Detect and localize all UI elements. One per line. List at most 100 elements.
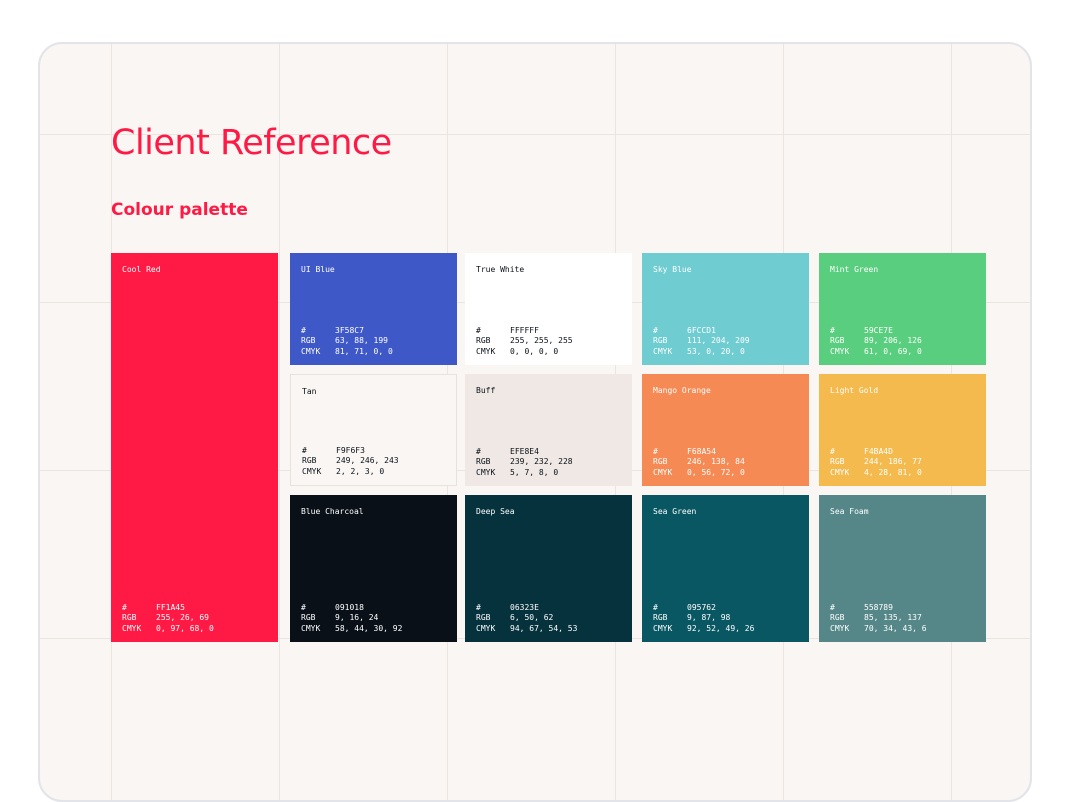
swatch-sky-blue[interactable]: Sky Blue #6FCCD1 RGB 111, 204, 209 CMYK 53…: [642, 253, 809, 365]
hex-value: EFE8E4: [510, 446, 539, 456]
rgb-value: 249, 246, 243: [336, 456, 399, 465]
hex-label: #: [830, 446, 835, 456]
rgb-label: RGB: [302, 456, 317, 465]
cmyk-label: CMYK: [653, 467, 673, 477]
swatch-sea-green[interactable]: Sea Green #095762 RGB 9, 87, 98 CMYK 92, 5…: [642, 495, 809, 642]
rgb-label: RGB: [830, 613, 845, 622]
cmyk-label: CMYK: [653, 346, 673, 356]
rgb-label: RGB: [122, 613, 137, 622]
section-title: Colour palette: [111, 200, 248, 220]
rgb-value: 63, 88, 199: [335, 336, 388, 345]
rgb-label: RGB: [653, 613, 668, 622]
swatch-mint-green[interactable]: Mint Green #59CE7E RGB 89, 206, 126 CMYK 6…: [819, 253, 986, 365]
hex-label: #: [830, 325, 835, 335]
rgb-label: RGB: [476, 613, 491, 622]
swatch-name: Mint Green: [830, 265, 879, 274]
hex-value: 59CE7E: [864, 325, 893, 335]
rgb-label: RGB: [301, 336, 316, 345]
swatch-name: Blue Charcoal: [301, 507, 364, 516]
palette-card: Client Reference Colour palette Cool Red…: [38, 42, 1032, 802]
rgb-value: 239, 232, 228: [510, 457, 573, 466]
swatch-codes: # EFE8E4 RGB 239, 232, 228 CMYK 5, 7, 8, 0: [476, 447, 573, 479]
cmyk-label: CMYK: [301, 623, 321, 633]
swatch-blue-charcoal[interactable]: Blue Charcoal #091018 RGB 9, 16, 24 CMYK 5…: [290, 495, 457, 642]
swatch-sea-foam[interactable]: Sea Foam #558789 RGB 85, 135, 137 CMYK 70,…: [819, 495, 986, 642]
rgb-value: 89, 206, 126: [864, 336, 922, 345]
hex-label: #: [476, 325, 481, 335]
hex-label: #: [830, 602, 835, 612]
swatch-codes: # F68A54 RGB 246, 138, 84 CMYK 0, 56, 72, 0: [653, 447, 745, 479]
swatch-codes: #3F58C7 RGB 63, 88, 199 CMYK 81, 71, 0, 0: [301, 326, 393, 358]
hex-value: 06323E: [510, 602, 539, 612]
hex-value: 3F58C7: [335, 325, 364, 335]
swatch-light-gold[interactable]: Light Gold # F4BA4D RGB 244, 186, 77 CMYK 4…: [819, 374, 986, 486]
hex-label: #: [301, 325, 306, 335]
rgb-value: 246, 138, 84: [687, 457, 745, 466]
cmyk-label: CMYK: [476, 467, 496, 477]
rgb-value: 255, 255, 255: [510, 336, 573, 345]
swatch-ui-blue[interactable]: UI Blue #3F58C7 RGB 63, 88, 199 CMYK 81, 7…: [290, 253, 457, 365]
swatch-cool-red[interactable]: Cool Red # FF1A45 RGB 255, 26, 69 CMYK 0, 9…: [111, 253, 278, 642]
hex-label: #: [301, 602, 306, 612]
cmyk-value: 0, 56, 72, 0: [687, 467, 745, 477]
cmyk-value: 0, 0, 0, 0: [510, 346, 559, 356]
swatch-codes: # F9F6F3 RGB 249, 246, 243 CMYK 2, 2, 3, 0: [302, 446, 399, 478]
rgb-label: RGB: [653, 457, 668, 466]
cmyk-label: CMYK: [830, 467, 850, 477]
rgb-value: 244, 186, 77: [864, 457, 922, 466]
swatch-tan[interactable]: Tan # F9F6F3 RGB 249, 246, 243 CMYK 2, 2, 3…: [290, 374, 457, 486]
cmyk-value: 0, 97, 68, 0: [156, 623, 214, 633]
hex-label: #: [476, 446, 481, 456]
hex-label: #: [653, 325, 658, 335]
swatch-codes: #06323E RGB 6, 50, 62 CMYK 94, 67, 54, 53: [476, 603, 577, 635]
rgb-label: RGB: [830, 336, 845, 345]
swatch-codes: #095762 RGB 9, 87, 98 CMYK 92, 52, 49, 26: [653, 603, 754, 635]
cmyk-value: 5, 7, 8, 0: [510, 467, 559, 477]
swatch-codes: # FFFFFF RGB 255, 255, 255 CMYK 0, 0, 0, 0: [476, 326, 573, 358]
swatch-name: Tan: [302, 387, 317, 396]
cmyk-value: 58, 44, 30, 92: [335, 623, 403, 633]
swatch-name: Buff: [476, 386, 496, 395]
swatch-name: UI Blue: [301, 265, 335, 274]
cmyk-label: CMYK: [653, 623, 673, 633]
cmyk-label: CMYK: [830, 623, 850, 633]
cmyk-value: 61, 0, 69, 0: [864, 346, 922, 356]
cmyk-value: 70, 34, 43, 6: [864, 623, 927, 633]
cmyk-value: 94, 67, 54, 53: [510, 623, 578, 633]
rgb-value: 85, 135, 137: [864, 613, 922, 622]
rgb-label: RGB: [476, 336, 491, 345]
cmyk-label: CMYK: [301, 346, 321, 356]
rgb-label: RGB: [301, 613, 316, 622]
swatch-deep-sea[interactable]: Deep Sea #06323E RGB 6, 50, 62 CMYK 94, 67…: [465, 495, 632, 642]
cmyk-value: 92, 52, 49, 26: [687, 623, 755, 633]
cmyk-value: 2, 2, 3, 0: [336, 466, 385, 476]
swatch-codes: #6FCCD1 RGB 111, 204, 209 CMYK 53, 0, 20, …: [653, 326, 750, 358]
rgb-value: 111, 204, 209: [687, 336, 750, 345]
cmyk-value: 4, 28, 81, 0: [864, 467, 922, 477]
hex-label: #: [122, 602, 127, 612]
swatch-name: Sea Foam: [830, 507, 869, 516]
hex-value: FF1A45: [156, 602, 185, 612]
hex-value: F4BA4D: [864, 446, 893, 456]
cmyk-label: CMYK: [302, 466, 322, 476]
swatch-name: True White: [476, 265, 525, 274]
swatch-codes: #59CE7E RGB 89, 206, 126 CMYK 61, 0, 69, 0: [830, 326, 922, 358]
hex-value: 091018: [335, 602, 364, 612]
hex-label: #: [653, 602, 658, 612]
hex-value: F9F6F3: [336, 445, 365, 455]
rgb-value: 255, 26, 69: [156, 613, 209, 622]
cmyk-label: CMYK: [476, 623, 496, 633]
cmyk-label: CMYK: [830, 346, 850, 356]
swatch-buff[interactable]: Buff # EFE8E4 RGB 239, 232, 228 CMYK 5, 7, …: [465, 374, 632, 486]
hex-label: #: [476, 602, 481, 612]
hex-label: #: [653, 446, 658, 456]
swatch-mango-orange[interactable]: Mango Orange # F68A54 RGB 246, 138, 84 CMY…: [642, 374, 809, 486]
swatch-true-white[interactable]: True White # FFFFFF RGB 255, 255, 255 CMYK…: [465, 253, 632, 365]
swatch-codes: # F4BA4D RGB 244, 186, 77 CMYK 4, 28, 81, 0: [830, 447, 922, 479]
swatch-name: Cool Red: [122, 265, 161, 274]
cmyk-value: 53, 0, 20, 0: [687, 346, 745, 356]
swatch-codes: #558789 RGB 85, 135, 137 CMYK 70, 34, 43, …: [830, 603, 927, 635]
hex-value: 095762: [687, 602, 716, 612]
cmyk-label: CMYK: [476, 346, 496, 356]
hex-value: F68A54: [687, 446, 716, 456]
